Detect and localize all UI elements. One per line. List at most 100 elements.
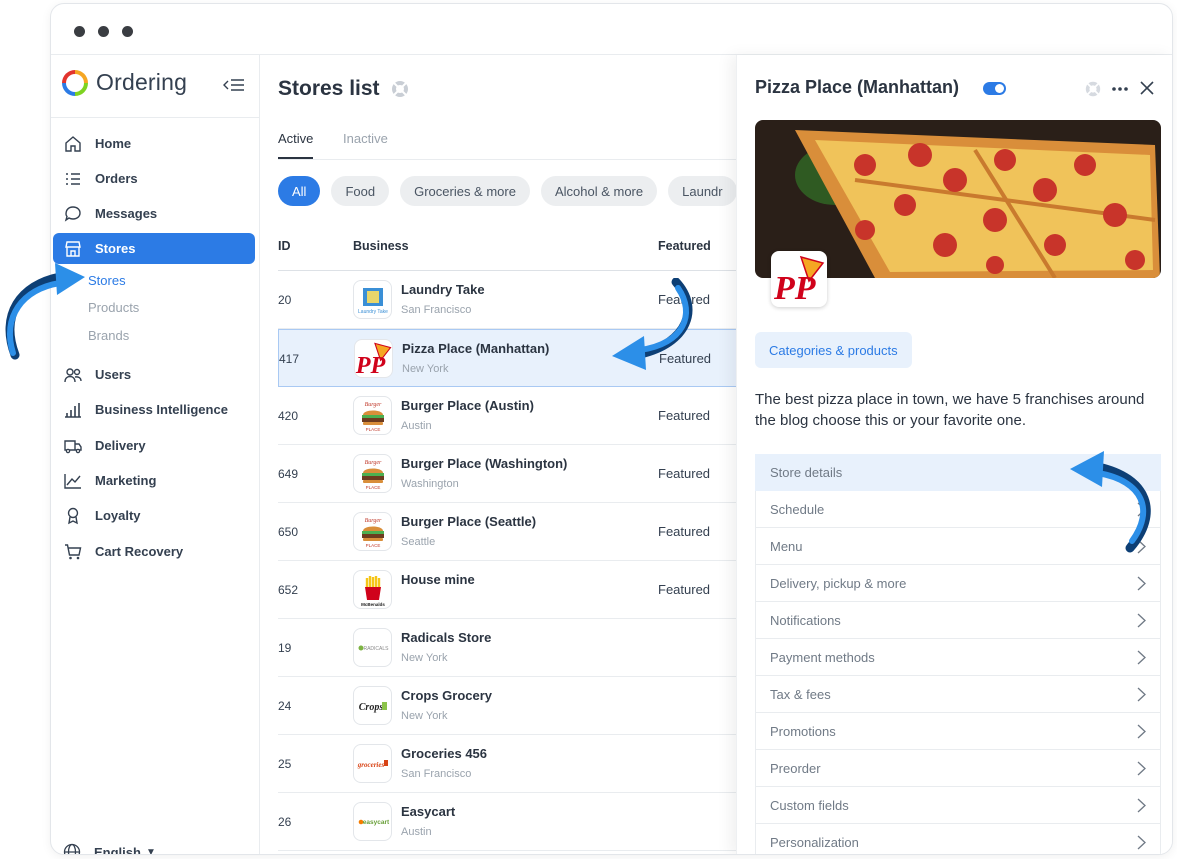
business-name: Easycart [401, 804, 456, 819]
featured-label: Featured [658, 524, 711, 539]
store-description: The best pizza place in town, we have 5 … [755, 391, 1145, 429]
sidebar-subitem-brands[interactable]: Brands [88, 328, 129, 343]
svg-text:Crops: Crops [358, 702, 383, 713]
chevron-right-icon [1137, 650, 1146, 668]
table-row[interactable]: 649 Burger PLACE Burger Place (Washington) W… [278, 445, 738, 503]
business-logo: Burger PLACE [353, 396, 392, 435]
panel-menu-item-tax-fees[interactable]: Tax & fees [755, 676, 1161, 713]
business-logo: easycart [353, 802, 392, 841]
business-city: San Francisco [401, 304, 472, 316]
panel-menu-label: Notifications [770, 612, 841, 628]
chevron-right-icon [1137, 798, 1146, 816]
sidebar-item-marketing[interactable]: Marketing [53, 465, 255, 496]
column-header-id[interactable]: ID [278, 239, 291, 253]
language-label: English [94, 844, 141, 855]
window-dot-icon [74, 26, 85, 37]
panel-menu-label: Schedule [770, 501, 825, 517]
svg-text:Burger: Burger [364, 518, 381, 524]
panel-menu-label: Promotions [770, 723, 836, 739]
sidebar-item-cart-recovery[interactable]: Cart Recovery [53, 536, 255, 567]
column-header-business[interactable]: Business [353, 239, 409, 253]
help-lifebuoy-icon[interactable] [390, 79, 410, 99]
panel-menu-item-custom-fields[interactable]: Custom fields [755, 787, 1161, 824]
sidebar-item-loyalty[interactable]: Loyalty [53, 500, 255, 531]
stores-list-area: Stores list Active Inactive All Food Gro… [261, 55, 738, 854]
more-options-icon[interactable] [1112, 86, 1128, 92]
business-city: Seattle [401, 536, 436, 548]
table-row[interactable]: 652 McBenalds House mine Featured [278, 561, 738, 619]
business-city: New York [401, 652, 448, 664]
business-city: San Francisco [401, 768, 472, 780]
chip-all[interactable]: All [278, 176, 321, 206]
sidebar-item-business-intelligence[interactable]: Business Intelligence [53, 394, 255, 425]
business-city: New York [401, 710, 448, 722]
language-selector[interactable]: English ▼ [63, 843, 156, 855]
table-row[interactable]: 19 RADICALS Radicals Store New York [278, 619, 738, 677]
svg-text:PP: PP [773, 270, 816, 303]
panel-menu-label: Payment methods [770, 649, 875, 665]
panel-menu-label: Custom fields [770, 797, 849, 813]
table-row[interactable]: 26 easycart Easycart Austin [278, 793, 738, 851]
panel-menu-item-delivery-pickup-more[interactable]: Delivery, pickup & more [755, 565, 1161, 602]
store-id: 19 [278, 641, 292, 655]
brand-logo[interactable]: Ordering [62, 69, 187, 96]
sidebar-item-users[interactable]: Users [53, 359, 255, 390]
chevron-right-icon [1137, 687, 1146, 705]
sidebar-subitem-products[interactable]: Products [88, 300, 139, 315]
business-name: Burger Place (Seattle) [401, 514, 537, 529]
business-logo: Burger PLACE [353, 512, 392, 551]
window-dot-icon [98, 26, 109, 37]
business-city: New York [402, 363, 449, 375]
tab-active[interactable]: Active [278, 131, 314, 159]
tab-inactive[interactable]: Inactive [343, 131, 388, 157]
store-id: 25 [278, 757, 292, 771]
chip-groceries[interactable]: Groceries & more [400, 176, 530, 206]
table-row[interactable]: 650 Burger PLACE Burger Place (Seattle) Seat… [278, 503, 738, 561]
business-name: Laundry Take [401, 282, 485, 297]
chip-laundry[interactable]: Laundr [668, 176, 737, 206]
home-icon [63, 134, 83, 154]
callout-arrow-icon [5, 263, 85, 360]
column-header-featured[interactable]: Featured [658, 239, 711, 253]
store-enabled-toggle[interactable] [983, 82, 1006, 95]
sidebar-item-label: Marketing [95, 473, 157, 488]
svg-text:groceries: groceries [356, 761, 384, 769]
help-lifebuoy-icon[interactable] [1084, 80, 1102, 98]
panel-menu-label: Personalization [770, 834, 859, 850]
table-row[interactable]: 24 Crops Crops Grocery New York [278, 677, 738, 735]
bar-chart-icon [63, 400, 83, 420]
sidebar-item-messages[interactable]: Messages [53, 198, 255, 229]
chat-icon [63, 204, 83, 224]
close-icon[interactable] [1139, 80, 1155, 96]
business-logo: PP [354, 339, 393, 378]
globe-icon [63, 843, 81, 854]
sidebar-subitem-stores[interactable]: Stores [88, 273, 126, 288]
panel-menu-item-notifications[interactable]: Notifications [755, 602, 1161, 639]
sidebar-item-home[interactable]: Home [53, 128, 255, 159]
users-icon [63, 365, 83, 385]
business-logo: RADICALS [353, 628, 392, 667]
svg-text:PLACE: PLACE [365, 485, 380, 490]
business-logo: Laundry Take [353, 280, 392, 319]
sidebar-item-label: Messages [95, 206, 158, 221]
chip-food[interactable]: Food [331, 176, 390, 206]
store-id: 20 [278, 293, 292, 307]
table-row[interactable]: 420 Burger PLACE Burger Place (Austin) Austi… [278, 387, 738, 445]
collapse-sidebar-icon[interactable] [223, 77, 245, 93]
sidebar-item-delivery[interactable]: Delivery [53, 430, 255, 461]
panel-menu-label: Preorder [770, 760, 821, 776]
featured-label: Featured [658, 582, 711, 597]
categories-products-button[interactable]: Categories & products [755, 332, 912, 368]
page-title: Stores list [278, 77, 410, 101]
panel-menu-item-preorder[interactable]: Preorder [755, 750, 1161, 787]
sidebar-item-orders[interactable]: Orders [53, 163, 255, 194]
store-logo: PP [771, 251, 827, 307]
panel-menu-item-promotions[interactable]: Promotions [755, 713, 1161, 750]
table-row[interactable]: 25 groceries Groceries 456 San Francisco [278, 735, 738, 793]
panel-menu-item-personalization[interactable]: Personalization [755, 824, 1161, 854]
chip-alcohol[interactable]: Alcohol & more [540, 176, 658, 206]
business-name: Radicals Store [401, 630, 492, 645]
app-window: Ordering Home Orders Messages Stores Users Bu… [50, 3, 1173, 855]
panel-menu-item-payment-methods[interactable]: Payment methods [755, 639, 1161, 676]
caret-down-icon: ▼ [145, 846, 156, 855]
